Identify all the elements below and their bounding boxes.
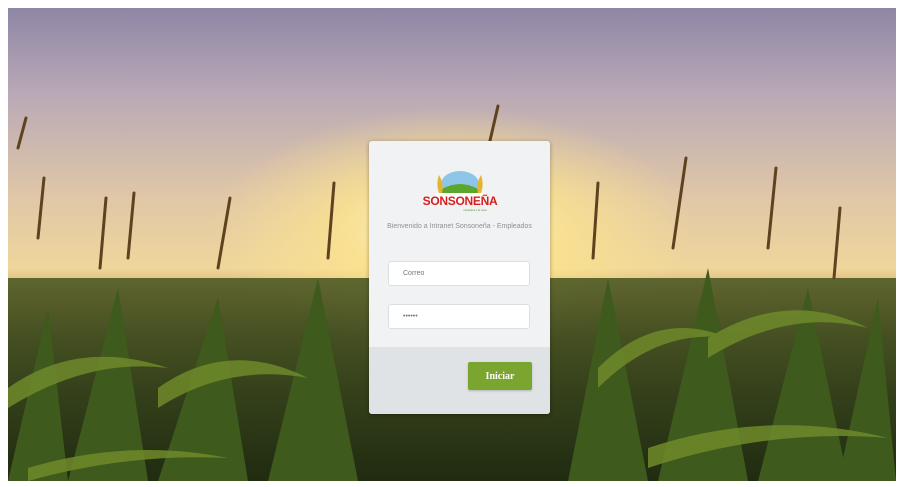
- logo-wordmark: SONSONEÑA: [422, 194, 498, 208]
- login-button[interactable]: Iniciar: [468, 362, 532, 390]
- login-footer: Iniciar: [369, 347, 550, 414]
- sonsonena-logo: SONSONEÑA Ganamos a tu casa: [415, 167, 505, 217]
- welcome-text: Bienvenido a Intranet Sonsoneña - Emplea…: [387, 223, 532, 230]
- login-card: SONSONEÑA Ganamos a tu casa Bienvenido a…: [369, 141, 550, 414]
- password-field[interactable]: [388, 304, 530, 329]
- logo-tagline: Ganamos a tu casa: [463, 208, 487, 212]
- email-field[interactable]: [388, 261, 530, 286]
